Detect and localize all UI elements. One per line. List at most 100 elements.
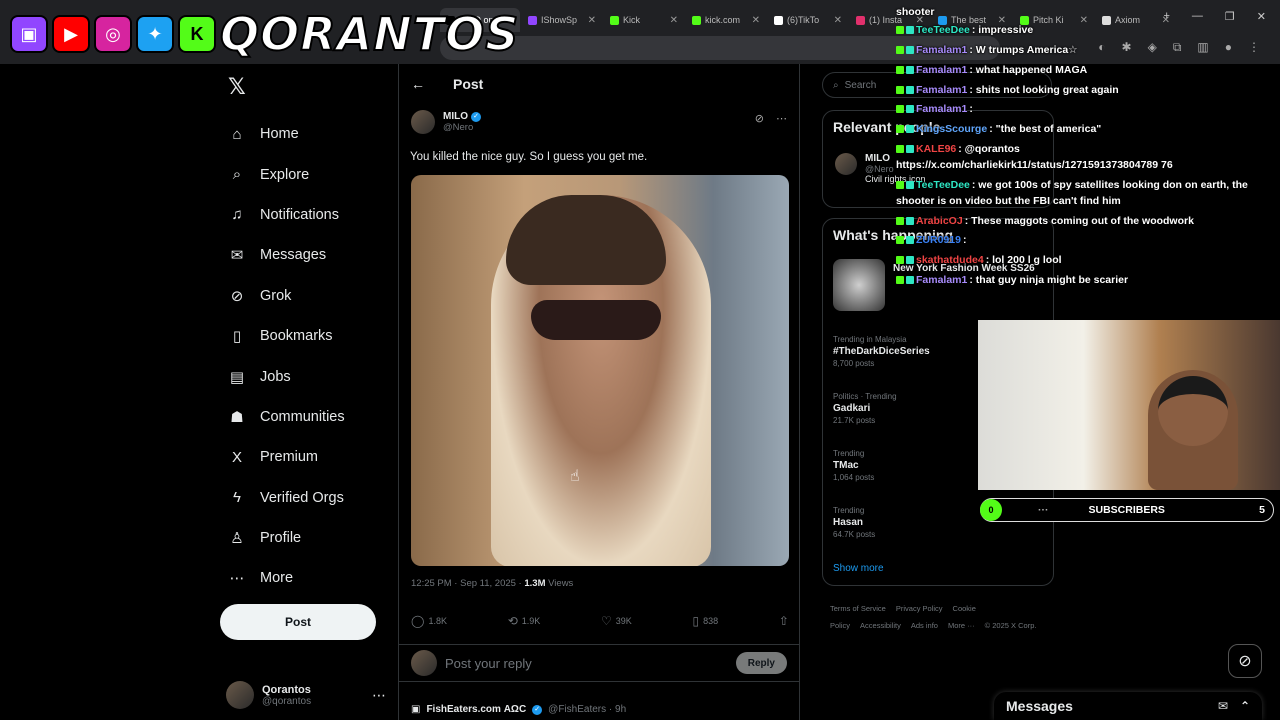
close-tab-icon[interactable]: ✕	[752, 15, 760, 26]
footer-link[interactable]: Terms of Service	[830, 604, 886, 613]
tab-favicon-icon	[1102, 15, 1111, 25]
more-icon[interactable]: ⋯	[372, 687, 386, 704]
grok-button[interactable]: ⊘	[1228, 644, 1262, 678]
chat-username[interactable]: KingsScourge	[916, 123, 987, 135]
nav-item-explore[interactable]: ⌕ Explore	[220, 154, 390, 194]
new-tab-icon[interactable]: +	[1163, 10, 1169, 23]
more-icon[interactable]: ⋯	[776, 112, 787, 125]
reply-input[interactable]: Post your reply	[445, 656, 532, 671]
brand-name: QORANTOS	[219, 7, 520, 61]
compose-message-icon[interactable]: ✉	[1218, 699, 1228, 713]
extension-icon[interactable]: ◈	[1148, 40, 1157, 55]
close-tab-icon[interactable]: ✕	[1080, 15, 1088, 26]
back-arrow-icon[interactable]: ←	[411, 76, 425, 92]
messages-dock[interactable]: Messages ✉ ⌃	[994, 692, 1262, 720]
like-button[interactable]: ♡ 39K	[601, 614, 632, 628]
nav-item-communities[interactable]: ☗ Communities	[220, 397, 390, 437]
nav-item-profile[interactable]: ♙ Profile	[220, 518, 390, 558]
chat-username[interactable]: skathatdude4	[916, 254, 984, 266]
nav-item-home[interactable]: ⌂ Home	[220, 114, 390, 154]
nav-item-premium[interactable]: X Premium	[220, 437, 390, 477]
chat-username[interactable]: TeeTeeDee	[916, 24, 970, 36]
profile-icon[interactable]: ●	[1225, 40, 1232, 55]
footer-links: Terms of Service Privacy Policy Cookie Pol…	[830, 600, 1050, 634]
repost-button[interactable]: ⟲ 1.9K	[508, 614, 541, 628]
account-switcher[interactable]: Qorantos @qorantos ⋯	[226, 678, 386, 712]
browser-tab[interactable]: IShowSp ✕	[522, 8, 602, 32]
sidebar-toggle-icon[interactable]: ▥	[1197, 40, 1208, 55]
trend-item[interactable]: Trending TMac 1,064 posts	[833, 449, 874, 482]
chat-username[interactable]: Famalam1	[916, 44, 967, 56]
chat-username[interactable]: ArabicOJ	[916, 215, 963, 227]
chat-text: : These maggots coming out of the woodwo…	[964, 215, 1194, 227]
nav-item-messages[interactable]: ✉ Messages	[220, 235, 390, 275]
chat-badge-icon	[906, 46, 914, 55]
chat-text: : "the best of america"	[989, 123, 1102, 135]
nav-item-notifications[interactable]: ♫ Notifications	[220, 195, 390, 235]
bookmark-button[interactable]: ▯ 838	[693, 614, 719, 628]
chat-badge-icon	[896, 125, 904, 134]
expand-icon[interactable]: ⌃	[1240, 699, 1250, 713]
chat-username[interactable]: ZUR0919	[916, 234, 961, 246]
post-author[interactable]: MILO ✓ @Nero	[411, 110, 481, 134]
reply-submit-button[interactable]: Reply	[735, 652, 787, 674]
author-handle[interactable]: @Nero	[443, 122, 481, 133]
share-button[interactable]: ⇧	[779, 614, 789, 628]
browser-tab[interactable]: (6)TikTo ✕	[768, 8, 848, 32]
show-more-link[interactable]: Show more	[833, 563, 884, 574]
trend-item[interactable]: Trending Hasan 64.7K posts	[833, 506, 875, 539]
footer-link[interactable]: More ···	[948, 621, 975, 630]
chat-username[interactable]: Famalam1	[916, 64, 967, 76]
nav-item-bookmarks[interactable]: ▯ Bookmarks	[220, 316, 390, 356]
next-author-meta: @FishEaters · 9h	[548, 704, 627, 715]
nav-item-more[interactable]: ⋯ More	[220, 558, 390, 598]
next-post-header[interactable]: ▣ FishEaters.com ΑΩϹ ✓ @FishEaters · 9h	[411, 704, 626, 715]
post-image[interactable]	[411, 175, 789, 566]
subscriber-goal-start: 0	[980, 499, 1002, 521]
chat-badge-icon	[906, 66, 914, 75]
puzzle-icon[interactable]: ⧉	[1173, 40, 1182, 55]
extension-icon[interactable]: ◐	[1098, 40, 1105, 55]
trend-item[interactable]: Trending in Malaysia #TheDarkDiceSeries 8,…	[833, 335, 930, 368]
trend-item[interactable]: Politics · Trending Gadkari 21.7K posts	[833, 392, 897, 425]
chat-username[interactable]: Famalam1	[916, 84, 967, 96]
reply-button[interactable]: ◯ 1.8K	[411, 614, 447, 628]
close-tab-icon[interactable]: ✕	[588, 15, 596, 26]
chat-username[interactable]: Famalam1	[916, 103, 967, 115]
restore-icon[interactable]: ❐	[1225, 10, 1235, 23]
nav-item-grok[interactable]: ⊘ Grok	[220, 276, 390, 316]
browser-tab[interactable]: Kick ✕	[604, 8, 684, 32]
nav-item-jobs[interactable]: ▤ Jobs	[220, 356, 390, 396]
trend-image[interactable]	[833, 259, 885, 311]
post-button[interactable]: Post	[220, 604, 376, 640]
minimize-icon[interactable]: —	[1192, 10, 1203, 23]
menu-icon[interactable]: ⋮	[1248, 40, 1260, 55]
author-name[interactable]: MILO	[443, 111, 468, 122]
post-timestamp[interactable]: 12:25 PM · Sep 11, 2025 ·	[411, 578, 524, 589]
footer-link[interactable]: Privacy Policy	[896, 604, 943, 613]
tab-label: kick.com	[705, 15, 741, 25]
footer-link[interactable]: Ads info	[911, 621, 938, 630]
chat-badge-icon	[896, 256, 904, 265]
footer-link[interactable]: © 2025 X Corp.	[985, 621, 1037, 630]
chat-badge-icon	[896, 217, 904, 226]
tab-bar: MILO on ✕ IShowSp ✕ Kick ✕ kick.com ✕ (6)TikTo ✕(…	[440, 8, 1280, 32]
chat-username[interactable]: KALE96	[916, 143, 956, 155]
next-author-name[interactable]: FishEaters.com ΑΩϹ	[426, 704, 526, 715]
nav-item-verified-orgs[interactable]: ϟ Verified Orgs	[220, 478, 390, 518]
close-tab-icon[interactable]: ✕	[834, 15, 842, 26]
grok-icon[interactable]: ⊘	[755, 112, 764, 125]
post-meta: 12:25 PM · Sep 11, 2025 · 1.3M Views	[411, 578, 573, 589]
close-window-icon[interactable]: ✕	[1257, 10, 1266, 23]
explore-icon: ⌕	[232, 166, 242, 184]
chat-username[interactable]: TeeTeeDee	[916, 179, 970, 191]
trend-title: Hasan	[833, 517, 864, 528]
trend-count: 64.7K posts	[833, 530, 876, 539]
avatar[interactable]	[411, 110, 435, 134]
browser-tab[interactable]: kick.com ✕	[686, 8, 766, 32]
chat-username[interactable]: Famalam1	[916, 274, 967, 286]
close-tab-icon[interactable]: ✕	[670, 15, 678, 26]
extension-icon[interactable]: ✱	[1122, 40, 1132, 55]
footer-link[interactable]: Accessibility	[860, 621, 901, 630]
x-logo-icon[interactable]: 𝕏	[228, 74, 390, 100]
